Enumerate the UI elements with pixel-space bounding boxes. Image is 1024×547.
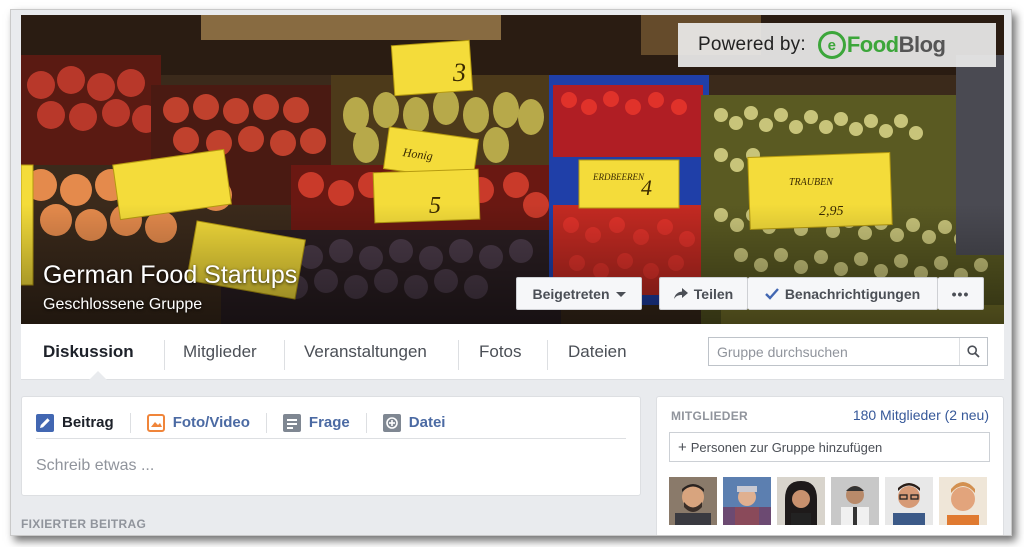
composer-tab-question[interactable]: Frage <box>282 412 367 433</box>
tab-divider <box>164 340 165 370</box>
composer-tab-file[interactable]: Datei <box>382 413 462 433</box>
joined-button[interactable]: Beigetreten <box>516 277 642 310</box>
group-tab-bar: Diskussion Mitglieder Veranstaltungen Fo… <box>21 324 1004 380</box>
efoodblog-logo: e FoodBlog <box>817 31 946 59</box>
price-tag-erdbeeren: ERDBEEREN <box>592 172 645 182</box>
member-avatar[interactable] <box>669 477 717 525</box>
checkmark-icon <box>764 287 779 300</box>
tab-label: Diskussion <box>43 342 134 361</box>
pencil-icon <box>36 413 54 432</box>
joined-label: Beigetreten <box>532 285 610 302</box>
plus-icon: + <box>678 438 687 456</box>
more-options-button[interactable]: ••• <box>938 277 984 310</box>
composer-tab-label: Datei <box>408 414 446 431</box>
notifications-button[interactable]: Benachrichtigungen <box>748 277 938 310</box>
cover-photo: 3 Honig 4 ERDBEEREN 5 TRAUBEN 2,95 Power… <box>21 15 1004 324</box>
search-input[interactable] <box>709 338 959 365</box>
member-avatar[interactable] <box>831 477 879 525</box>
price-tag-trauben: TRAUBEN <box>789 177 834 188</box>
logo-e-icon: e <box>817 31 846 59</box>
tab-label: Veranstaltungen <box>304 342 427 361</box>
screenshot-frame: 3 Honig 4 ERDBEEREN 5 TRAUBEN 2,95 Power… <box>10 9 1012 536</box>
powered-by-banner: Powered by: e FoodBlog <box>678 23 996 67</box>
tab-files[interactable]: Dateien <box>568 324 627 380</box>
composer-tabs: Beitrag Foto/Video Frage Datei <box>36 407 626 439</box>
add-members-label: Personen zur Gruppe hinzufügen <box>690 439 883 455</box>
question-list-icon <box>282 413 301 432</box>
notifications-label: Benachrichtigungen <box>784 285 921 302</box>
tab-members[interactable]: Mitglieder <box>183 324 257 380</box>
search-button[interactable] <box>959 338 987 365</box>
members-count-link[interactable]: 180 Mitglieder (2 neu) <box>853 407 989 423</box>
share-label: Teilen <box>693 285 734 302</box>
photo-icon <box>146 413 165 432</box>
active-tab-pointer <box>89 371 107 380</box>
more-dots-icon: ••• <box>951 285 970 302</box>
powered-by-text: Powered by: <box>698 34 806 55</box>
member-avatar[interactable] <box>939 477 987 525</box>
tab-divider <box>458 340 459 370</box>
member-avatar[interactable] <box>723 477 771 525</box>
composer-tab-label: Foto/Video <box>172 414 250 431</box>
members-heading: MITGLIEDER <box>671 409 748 423</box>
post-composer: Beitrag Foto/Video Frage Datei <box>21 396 641 496</box>
pinned-post-heading: FIXIERTER BEITRAG <box>21 517 147 531</box>
composer-tab-label: Beitrag <box>62 414 114 431</box>
add-members-field[interactable]: + Personen zur Gruppe hinzufügen <box>669 432 990 462</box>
group-search <box>708 337 988 366</box>
caret-down-icon <box>615 292 626 297</box>
composer-text-input[interactable] <box>36 457 616 475</box>
logo-wordmark: FoodBlog <box>846 32 946 57</box>
add-file-icon <box>382 413 401 432</box>
composer-tab-label: Frage <box>308 414 350 431</box>
tab-label: Dateien <box>568 342 627 361</box>
tab-events[interactable]: Veranstaltungen <box>304 324 427 380</box>
members-panel: MITGLIEDER 180 Mitglieder (2 neu) + Pers… <box>656 396 1004 535</box>
tab-divider <box>547 340 548 370</box>
price-tag-3: 3 <box>452 58 466 87</box>
share-arrow-icon <box>673 287 688 300</box>
member-avatar[interactable] <box>777 477 825 525</box>
share-button[interactable]: Teilen <box>659 277 748 310</box>
composer-tab-photo-video[interactable]: Foto/Video <box>146 412 267 433</box>
tab-divider <box>284 340 285 370</box>
composer-tab-post[interactable]: Beitrag <box>36 412 131 433</box>
tab-photos[interactable]: Fotos <box>479 324 522 380</box>
member-avatar[interactable] <box>885 477 933 525</box>
tab-label: Mitglieder <box>183 342 257 361</box>
tab-label: Fotos <box>479 342 522 361</box>
group-title: German Food Startups <box>43 261 298 289</box>
member-avatar-list <box>669 477 993 525</box>
search-icon <box>967 345 980 358</box>
group-privacy: Geschlossene Gruppe <box>43 296 203 313</box>
